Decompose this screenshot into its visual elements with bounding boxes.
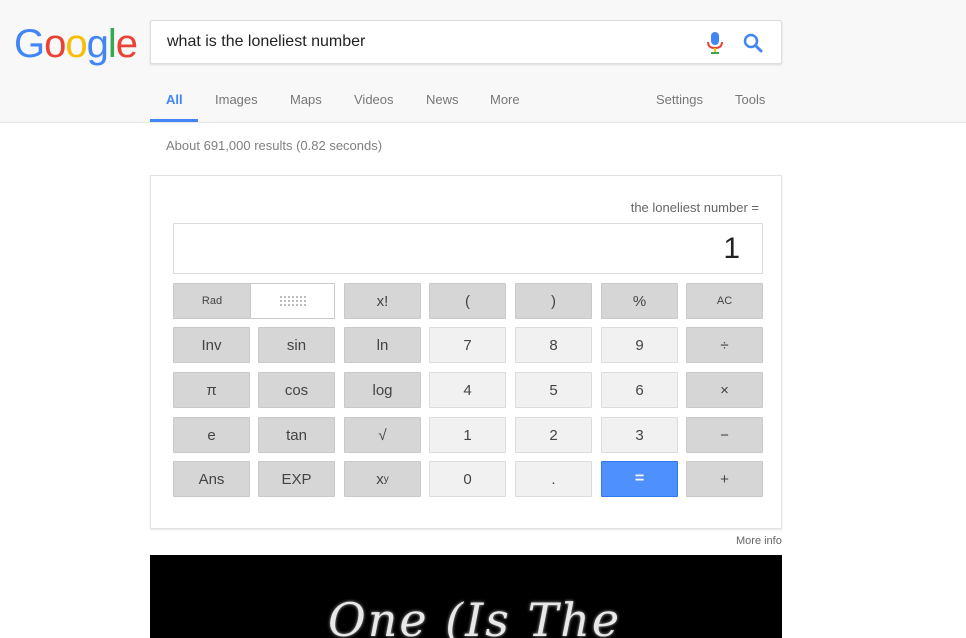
digit-7-button[interactable]: 7	[429, 327, 506, 363]
tab-news[interactable]: News	[426, 92, 459, 107]
tab-more[interactable]: More	[490, 92, 520, 107]
tab-tools[interactable]: Tools	[735, 92, 765, 107]
calculator-expression: the loneliest number =	[630, 200, 759, 215]
add-button[interactable]: +	[686, 461, 763, 497]
close-paren-button[interactable]: )	[515, 283, 592, 319]
divide-button[interactable]: ÷	[686, 327, 763, 363]
search-icon[interactable]	[741, 31, 767, 55]
digit-2-button[interactable]: 2	[515, 417, 592, 453]
search-query-text[interactable]: what is the loneliest number	[167, 33, 365, 51]
tab-maps[interactable]: Maps	[290, 92, 322, 107]
factorial-button[interactable]: x!	[344, 283, 421, 319]
open-paren-button[interactable]: (	[429, 283, 506, 319]
results-stats: About 691,000 results (0.82 seconds)	[166, 138, 383, 153]
rad-button[interactable]: Rad	[174, 284, 251, 318]
sin-button[interactable]: sin	[258, 327, 335, 363]
more-info-link[interactable]: More info	[736, 535, 782, 547]
digit-5-button[interactable]: 5	[515, 372, 592, 408]
pi-button[interactable]: π	[173, 372, 250, 408]
deg-grip-icon	[280, 296, 306, 306]
digit-1-button[interactable]: 1	[429, 417, 506, 453]
subtract-button[interactable]: −	[686, 417, 763, 453]
decimal-point-button[interactable]: .	[515, 461, 592, 497]
digit-3-button[interactable]: 3	[601, 417, 678, 453]
angle-mode-toggle[interactable]: Rad	[173, 283, 335, 319]
all-clear-button[interactable]: AC	[686, 283, 763, 319]
tan-button[interactable]: tan	[258, 417, 335, 453]
inverse-button[interactable]: Inv	[173, 327, 250, 363]
power-button[interactable]: xy	[344, 461, 421, 497]
tab-settings[interactable]: Settings	[656, 92, 703, 107]
log-button[interactable]: log	[344, 372, 421, 408]
equals-button[interactable]: =	[601, 461, 678, 497]
calculator-result: 1	[723, 232, 740, 265]
video-title-text: One (Is The	[328, 593, 622, 638]
calculator-card: the loneliest number = 1 Rad x! ( ) % AC…	[150, 175, 782, 529]
deg-button[interactable]	[252, 284, 334, 318]
exp-button[interactable]: EXP	[258, 461, 335, 497]
digit-9-button[interactable]: 9	[601, 327, 678, 363]
digit-4-button[interactable]: 4	[429, 372, 506, 408]
tab-all[interactable]: All	[166, 92, 183, 107]
digit-8-button[interactable]: 8	[515, 327, 592, 363]
digit-6-button[interactable]: 6	[601, 372, 678, 408]
search-tabs: All Images Maps Videos News More Setting…	[150, 80, 790, 123]
ln-button[interactable]: ln	[344, 327, 421, 363]
answer-button[interactable]: Ans	[173, 461, 250, 497]
search-header: Google what is the loneliest number All …	[0, 0, 966, 123]
multiply-button[interactable]: ×	[686, 372, 763, 408]
google-logo[interactable]: Google	[14, 22, 138, 66]
percent-button[interactable]: %	[601, 283, 678, 319]
calculator-display: 1	[173, 223, 763, 274]
tab-images[interactable]: Images	[215, 92, 258, 107]
sqrt-button[interactable]: √	[344, 417, 421, 453]
digit-0-button[interactable]: 0	[429, 461, 506, 497]
search-input[interactable]: what is the loneliest number	[150, 20, 782, 64]
microphone-icon[interactable]	[706, 31, 724, 55]
active-tab-indicator	[150, 119, 198, 122]
cos-button[interactable]: cos	[258, 372, 335, 408]
power-base: x	[376, 470, 384, 488]
e-button[interactable]: e	[173, 417, 250, 453]
power-exponent: y	[383, 473, 389, 485]
video-thumbnail[interactable]: One (Is The	[150, 555, 782, 638]
tab-videos[interactable]: Videos	[354, 92, 394, 107]
